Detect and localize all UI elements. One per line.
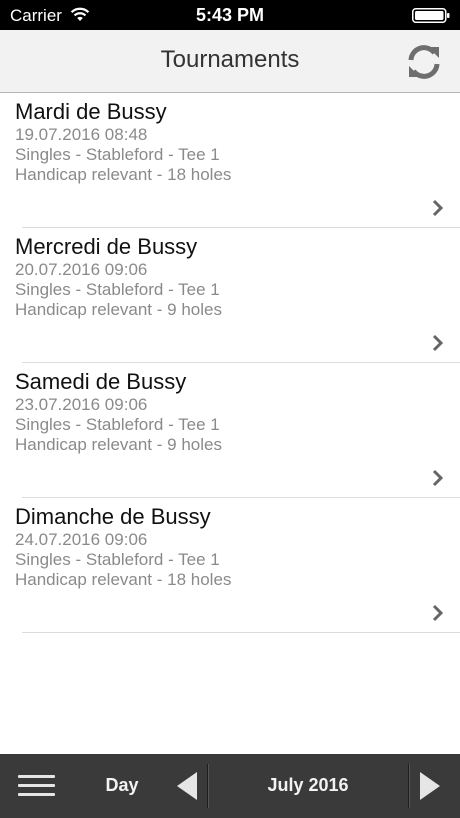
tournament-datetime: 19.07.2016 08:48 [15, 125, 148, 144]
previous-arrow-icon[interactable] [175, 770, 199, 802]
navigation-bar: Tournaments [0, 30, 460, 93]
tournament-name: Samedi de Bussy [15, 369, 187, 394]
tournament-list: Mardi de Bussy 19.07.2016 08:48 Singles … [0, 93, 460, 633]
tournament-datetime: 20.07.2016 09:06 [15, 260, 148, 279]
tournament-handicap: Handicap relevant - 9 holes [15, 435, 222, 454]
period-selector[interactable]: Day [92, 775, 152, 796]
chevron-right-icon [432, 199, 444, 217]
toolbar-divider [408, 764, 409, 808]
clock-label: 5:43 PM [195, 5, 265, 25]
tournament-handicap: Handicap relevant - 18 holes [15, 570, 232, 589]
status-bar: Carrier 5:43 PM [0, 0, 460, 30]
chevron-right-icon [432, 604, 444, 622]
tournament-name: Mardi de Bussy [15, 99, 167, 124]
tournament-row[interactable]: Samedi de Bussy 23.07.2016 09:06 Singles… [0, 363, 460, 498]
tournament-datetime: 23.07.2016 09:06 [15, 395, 148, 414]
tournament-datetime: 24.07.2016 09:06 [15, 530, 148, 549]
page-title: Tournaments [160, 46, 300, 73]
tournament-handicap: Handicap relevant - 18 holes [15, 165, 232, 184]
tournament-format: Singles - Stableford - Tee 1 [15, 145, 220, 164]
current-month-label: July 2016 [267, 775, 349, 795]
tournament-format: Singles - Stableford - Tee 1 [15, 280, 220, 299]
tournament-format: Singles - Stableford - Tee 1 [15, 415, 220, 434]
tournament-row[interactable]: Mercredi de Bussy 20.07.2016 09:06 Singl… [0, 228, 460, 363]
battery-icon [412, 8, 450, 23]
refresh-icon[interactable] [406, 44, 442, 80]
tournament-name: Dimanche de Bussy [15, 504, 211, 529]
tournament-row[interactable]: Mardi de Bussy 19.07.2016 08:48 Singles … [0, 93, 460, 228]
tournament-name: Mercredi de Bussy [15, 234, 198, 259]
bottom-toolbar: Day July 2016 [0, 754, 460, 818]
tournament-handicap: Handicap relevant - 9 holes [15, 300, 222, 319]
next-arrow-icon[interactable] [418, 770, 442, 802]
chevron-right-icon [432, 334, 444, 352]
tournament-format: Singles - Stableford - Tee 1 [15, 550, 220, 569]
hamburger-menu-icon[interactable] [18, 775, 55, 797]
chevron-right-icon [432, 469, 444, 487]
tournament-row[interactable]: Dimanche de Bussy 24.07.2016 09:06 Singl… [0, 498, 460, 633]
